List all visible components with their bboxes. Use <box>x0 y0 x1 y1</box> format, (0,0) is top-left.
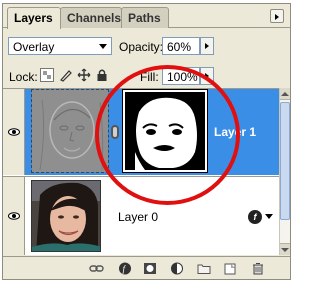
fx-icon[interactable]: f <box>118 262 132 275</box>
chevron-down-icon[interactable] <box>265 214 273 219</box>
chevron-down-icon <box>99 44 107 49</box>
padlock-icon[interactable] <box>95 68 109 82</box>
layer-0-thumbnail[interactable] <box>31 180 101 252</box>
scroll-up-button[interactable] <box>280 88 290 100</box>
tab-channels[interactable]: Channels <box>60 7 122 28</box>
brush-icon[interactable] <box>59 68 73 82</box>
layer-row-layer-0[interactable]: Layer 0 f <box>3 176 279 255</box>
tab-paths[interactable]: Paths <box>121 7 169 28</box>
layer-list: Layer 1 Layer 0 f <box>3 88 279 255</box>
visibility-cell[interactable] <box>3 89 25 175</box>
mask-link-icon[interactable] <box>111 125 119 139</box>
scroll-thumb[interactable] <box>280 102 290 220</box>
opacity-input[interactable]: 60% <box>162 37 200 55</box>
layer-name: Layer 0 <box>118 210 159 224</box>
eye-icon[interactable] <box>8 212 20 220</box>
fill-input[interactable]: 100% <box>162 67 200 85</box>
lock-transparent-icon[interactable] <box>40 68 54 82</box>
tab-layers[interactable]: Layers <box>7 7 61 29</box>
fx-icon[interactable]: f <box>248 210 262 224</box>
visibility-cell[interactable] <box>3 177 25 255</box>
adjustment-icon[interactable] <box>170 262 184 275</box>
folder-icon[interactable] <box>197 262 211 275</box>
layer-list-scrollbar[interactable] <box>279 88 290 255</box>
trash-icon[interactable] <box>251 262 265 275</box>
opacity-slider-button[interactable] <box>200 37 214 55</box>
layer-name: Layer 1 <box>214 125 257 139</box>
move-icon[interactable] <box>77 68 91 82</box>
blend-mode-select[interactable]: Overlay <box>8 37 112 55</box>
eye-icon[interactable] <box>8 128 20 136</box>
fill-label: Fill: <box>140 70 159 84</box>
fill-slider-button[interactable] <box>200 67 214 85</box>
panel-menu-button[interactable] <box>270 9 284 23</box>
layer-row-layer-1[interactable]: Layer 1 <box>3 89 279 175</box>
blend-mode-value: Overlay <box>13 40 55 54</box>
layers-panel: Layers Channels Paths Overlay Opacity: 6… <box>2 3 291 280</box>
opacity-label: Opacity: <box>119 40 164 54</box>
link-icon[interactable] <box>89 262 104 275</box>
scroll-down-button[interactable] <box>280 243 290 255</box>
layer-mask-thumbnail[interactable] <box>122 89 208 173</box>
tab-strip: Layers Channels Paths <box>3 4 290 29</box>
layer-mask-icon[interactable] <box>143 262 157 275</box>
layers-bottom-toolbar: f <box>3 256 290 279</box>
layer-1-thumbnail[interactable] <box>31 89 109 173</box>
new-layer-icon[interactable] <box>223 262 237 275</box>
lock-label: Lock: <box>9 70 38 84</box>
